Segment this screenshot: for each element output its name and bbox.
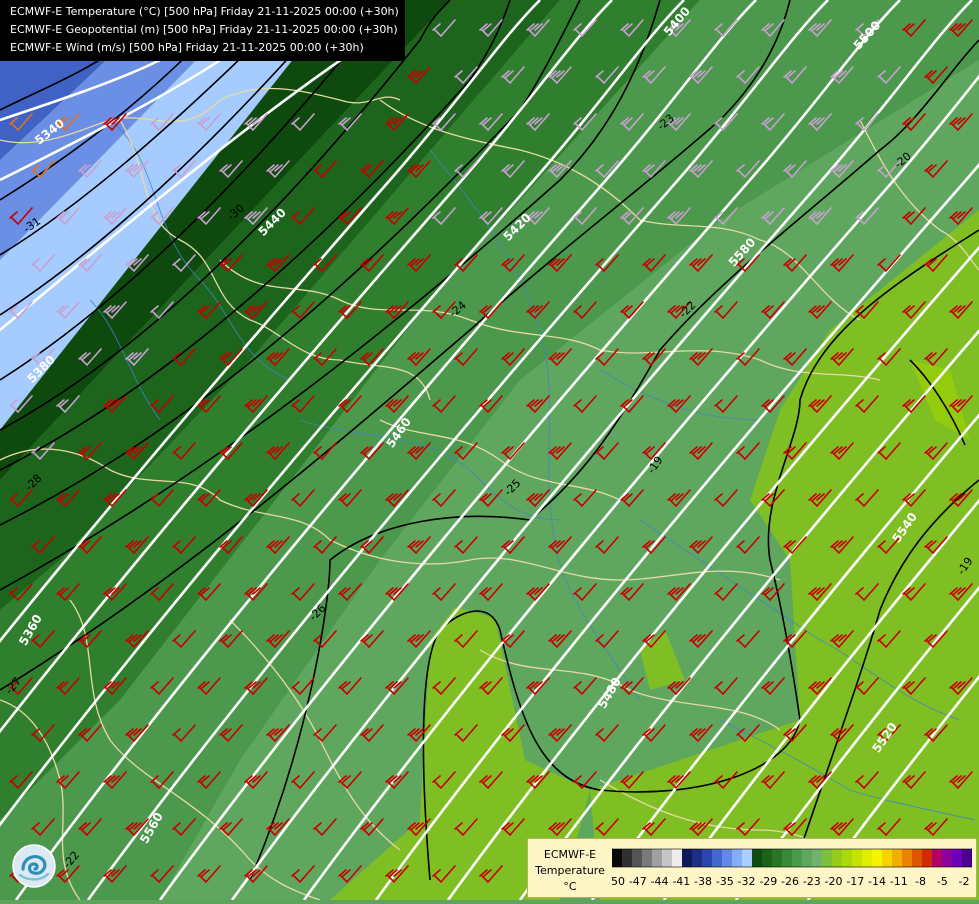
colorbar-swatch-29 [902, 849, 913, 867]
colorbar-tick-labels: -50-47-44-41-38-35-32-29-26-23-20-17-14-… [612, 875, 969, 888]
colorbar-swatch-6 [672, 849, 683, 867]
colorbar-tick-16: -2 [959, 875, 970, 888]
colorbar-tick-1: -47 [629, 875, 647, 888]
map-canvas[interactable]: 5340 5380 5440 5460 5360 5560 5480 5520 5540 5420… [0, 0, 979, 901]
colorbar-swatch-7 [682, 849, 693, 867]
colorbar-swatch-10 [712, 849, 723, 867]
colorbar-svg: -50-47-44-41-38-35-32-29-26-23-20-17-14-… [612, 848, 972, 888]
colorbar-swatch-34 [952, 849, 963, 867]
colorbar-swatch-24 [852, 849, 863, 867]
colorbar-swatch-15 [762, 849, 773, 867]
colorbar-tick-4: -38 [694, 875, 712, 888]
colorbar-swatch-11 [722, 849, 733, 867]
colorbar-tick-15: -5 [937, 875, 948, 888]
temperature-colorbar: ECMWF-E Temperature °C -50 -47 -44-41 -38 -3… [527, 838, 977, 898]
colorbar-tick-7: -29 [759, 875, 777, 888]
colorbar-title-model: ECMWF-E [543, 848, 597, 861]
colorbar-swatch-14 [752, 849, 763, 867]
colorbar-swatch-30 [912, 849, 923, 867]
colorbar-tick-5: -35 [716, 875, 734, 888]
colorbar-swatch-17 [782, 849, 793, 867]
legend-line-temperature: ECMWF-E Temperature (°C) [500 hPa] Frida… [10, 5, 399, 18]
colorbar-swatch-8 [692, 849, 703, 867]
colorbar-swatch-26 [872, 849, 883, 867]
colorbar-title: ECMWF-E Temperature °C [534, 847, 606, 895]
colorbar-swatch-27 [882, 849, 893, 867]
map-legend: ECMWF-E Temperature (°C) [500 hPa] Frida… [0, 0, 405, 61]
colorbar-tick-14: -8 [915, 875, 926, 888]
colorbar-tick-6: -32 [738, 875, 756, 888]
colorbar-tick-12: -14 [868, 875, 886, 888]
colorbar-tick-11: -17 [846, 875, 864, 888]
colorbar-swatch-5 [662, 849, 673, 867]
legend-line-wind: ECMWF-E Wind (m/s) [500 hPa] Friday 21-1… [10, 41, 364, 54]
temperature-fill [0, 0, 979, 900]
colorbar-swatch-0 [612, 849, 623, 867]
colorbar-title-unit: °C [563, 880, 577, 893]
colorbar-tick-10: -20 [825, 875, 843, 888]
colorbar-title-variable: Temperature [535, 864, 605, 877]
colorbar-swatch-18 [792, 849, 803, 867]
colorbar-swatch-35 [962, 849, 972, 867]
colorbar-swatch-32 [932, 849, 943, 867]
colorbar-swatches [612, 848, 972, 868]
colorbar-swatch-9 [702, 849, 713, 867]
colorbar-swatch-4 [652, 849, 663, 867]
colorbar-swatch-22 [832, 849, 843, 867]
colorbar-tick-8: -26 [781, 875, 799, 888]
colorbar-swatch-13 [742, 849, 753, 867]
ecmwf-logo-icon [12, 844, 56, 888]
colorbar-swatch-12 [732, 849, 743, 867]
colorbar-swatch-2 [632, 849, 643, 867]
colorbar-swatch-28 [892, 849, 903, 867]
legend-line-geopotential: ECMWF-E Geopotential (m) [500 hPa] Frida… [10, 23, 398, 36]
colorbar-swatch-20 [812, 849, 823, 867]
colorbar-swatch-16 [772, 849, 783, 867]
colorbar-tick-3: -41 [672, 875, 690, 888]
colorbar-swatch-23 [842, 849, 853, 867]
colorbar-tick-2: -44 [651, 875, 669, 888]
colorbar-swatch-33 [942, 849, 953, 867]
colorbar-swatch-25 [862, 849, 873, 867]
colorbar-tick-13: -11 [890, 875, 908, 888]
colorbar-swatch-1 [622, 849, 633, 867]
colorbar-swatch-31 [922, 849, 933, 867]
colorbar-swatch-21 [822, 849, 833, 867]
colorbar-tick-9: -23 [803, 875, 821, 888]
colorbar-tick-0: -50 [612, 875, 625, 888]
colorbar-swatch-3 [642, 849, 653, 867]
weather-map-svg: 5340538054405460536055605480552055405420… [0, 0, 979, 901]
colorbar-swatch-19 [802, 849, 813, 867]
